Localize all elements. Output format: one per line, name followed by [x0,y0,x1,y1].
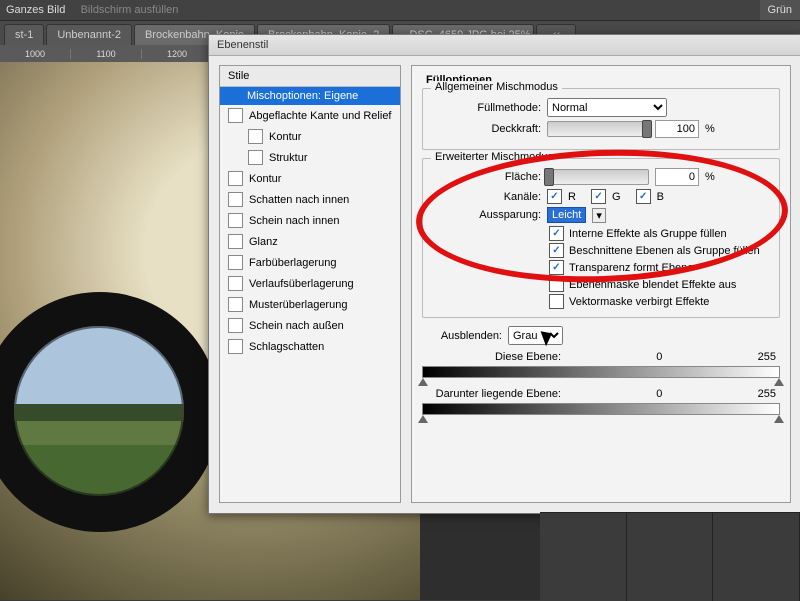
advanced-blend-legend: Erweiterter Mischmodus [431,151,557,163]
knockout-select[interactable]: Leicht [547,207,586,223]
style-checkbox[interactable] [228,108,243,123]
fill-opacity-label: Fläche: [431,171,541,183]
style-row[interactable]: Musterüberlagerung [220,294,400,315]
menu-fill-screen[interactable]: Bildschirm ausfüllen [81,4,179,16]
channels-label: Kanäle: [431,191,541,203]
knockout-label: Aussparung: [431,209,541,221]
blend-mode-label: Füllmethode: [431,102,541,114]
general-blend-legend: Allgemeiner Mischmodus [431,81,562,93]
opacity-label: Deckkraft: [431,123,541,135]
style-label: Kontur [249,173,281,185]
fill-opacity-value[interactable]: 0 [655,168,699,186]
menu-whole-image[interactable]: Ganzes Bild [6,4,65,16]
fill-opacity-slider[interactable] [547,169,649,185]
document-tab[interactable]: st-1 [4,24,44,45]
style-label: Abgeflachte Kante und Relief [249,110,392,122]
slider-handle-high[interactable] [774,378,784,386]
style-label: Verlaufsüberlagerung [249,278,354,290]
slider-handle-low[interactable] [418,415,428,423]
style-checkbox[interactable] [228,234,243,249]
chevron-down-icon[interactable]: ▾ [592,208,606,223]
style-checkbox[interactable] [228,192,243,207]
style-checkbox[interactable] [228,255,243,270]
style-label: Glanz [249,236,278,248]
style-label: Musterüberlagerung [249,299,347,311]
cb-layermask-hides[interactable]: ✓ [549,277,564,292]
layer-style-dialog[interactable]: Ebenenstil Stile Mischoptionen: Eigene Ab… [208,34,800,514]
slider-handle-high[interactable] [774,415,784,423]
style-checkbox[interactable] [228,339,243,354]
opacity-value[interactable]: 100 [655,120,699,138]
cb-internal-effects[interactable]: ✓ [549,226,564,241]
styles-list[interactable]: Mischoptionen: Eigene Abgeflachte Kante u… [220,87,400,502]
style-row[interactable]: Schlagschatten [220,336,400,357]
styles-list-panel: Stile Mischoptionen: Eigene Abgeflachte K… [219,65,401,503]
style-checkbox[interactable] [228,297,243,312]
style-label: Kontur [269,131,301,143]
advanced-blend-group: Erweiterter Mischmodus Fläche: 0 % Kanäl… [422,158,780,318]
slider-handle-low[interactable] [418,378,428,386]
style-label: Schein nach außen [249,320,344,332]
style-checkbox[interactable] [228,171,243,186]
style-label: Schatten nach innen [249,194,349,206]
bottom-panels[interactable] [540,512,800,601]
cb-vectormask-hides[interactable]: ✓ [549,294,564,309]
style-checkbox[interactable] [228,276,243,291]
channel-r-checkbox[interactable]: ✓ [547,189,562,204]
dialog-title[interactable]: Ebenenstil [209,35,800,56]
this-layer-label: Diese Ebene: [426,351,561,363]
under-layer-slider[interactable] [422,403,780,415]
style-row[interactable]: Schein nach innen [220,210,400,231]
style-label: Farbüberlagerung [249,257,336,269]
channel-b-checkbox[interactable]: ✓ [636,189,651,204]
options-panel: Fülloptionen Allgemeiner Mischmodus Füll… [411,65,791,503]
style-row[interactable]: Struktur [220,147,400,168]
style-row[interactable]: Kontur [220,168,400,189]
panel-grun[interactable]: Grün [760,0,800,20]
style-row[interactable]: Mischoptionen: Eigene [220,87,400,105]
styles-header: Stile [220,66,400,87]
style-row[interactable]: Schatten nach innen [220,189,400,210]
general-blend-group: Allgemeiner Mischmodus Füllmethode: Norm… [422,88,780,150]
style-row[interactable]: Kontur [220,126,400,147]
style-checkbox[interactable] [248,150,263,165]
style-label: Schein nach innen [249,215,340,227]
style-checkbox[interactable] [228,318,243,333]
app-toolbar: Ganzes Bild Bildschirm ausfüllen [0,0,800,21]
cb-transparency-shapes[interactable]: ✓ [549,260,564,275]
style-row[interactable]: Glanz [220,231,400,252]
blend-mode-select[interactable]: Normal [547,98,667,117]
blendif-label: Ausblenden: [422,330,502,342]
channel-g-checkbox[interactable]: ✓ [591,189,606,204]
lens-frame [0,292,220,532]
cb-clipped-layers[interactable]: ✓ [549,243,564,258]
style-checkbox[interactable] [228,213,243,228]
lens-view [14,326,184,496]
style-row[interactable]: Verlaufsüberlagerung [220,273,400,294]
style-row[interactable]: Abgeflachte Kante und Relief [220,105,400,126]
this-layer-slider[interactable] [422,366,780,378]
style-label: Struktur [269,152,308,164]
style-label: Mischoptionen: Eigene [247,90,358,102]
blendif-select[interactable]: Grau [508,326,563,345]
style-row[interactable]: Farbüberlagerung [220,252,400,273]
style-row[interactable]: Schein nach außen [220,315,400,336]
document-tab[interactable]: Unbenannt-2 [46,24,132,45]
opacity-slider[interactable] [547,121,649,137]
style-label: Schlagschatten [249,341,324,353]
style-checkbox[interactable] [248,129,263,144]
under-layer-label: Darunter liegende Ebene: [426,388,561,400]
